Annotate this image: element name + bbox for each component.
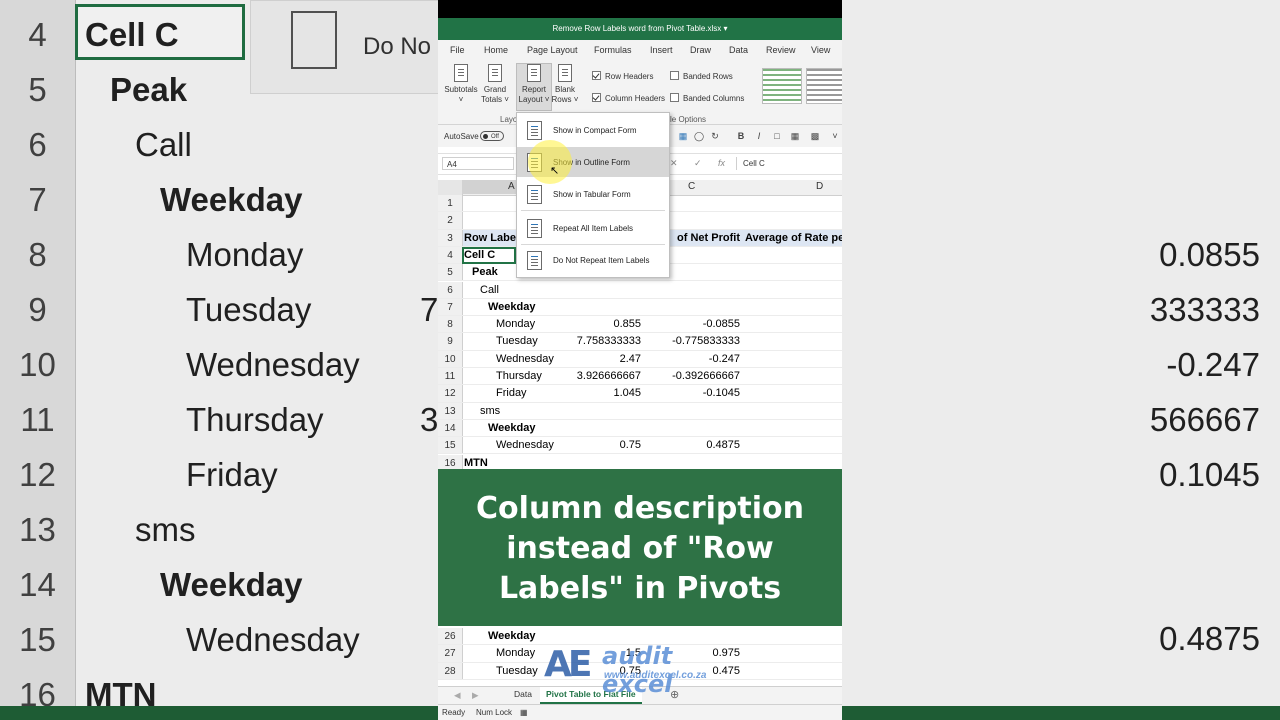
window-title: Remove Row Labels word from Pivot Table.… [552,24,722,33]
column-header-d[interactable]: D [816,181,823,192]
tab-page-layout[interactable]: Page Layout [527,45,578,55]
audit-excel-logo: AE audit excel www.auditexcel.co.za [544,642,707,698]
name-box[interactable]: A4 [442,157,514,170]
report-layout-icon [527,64,541,82]
enter-icon[interactable]: ✓ [694,158,702,169]
group-label-layout: Layo [500,115,518,124]
repeat-labels-icon [527,219,542,238]
compact-form-icon [527,121,542,140]
pivot-style-swatch[interactable] [762,68,802,104]
column-header-c[interactable]: C [688,181,695,192]
checkbox-checked-icon [592,71,601,80]
caption-line: Column description [476,491,804,526]
function-icon[interactable]: fx [718,158,725,168]
caption-banner: Column description instead of "Row Label… [438,469,842,626]
pivot-styles-gallery[interactable] [760,66,842,104]
logo-mark-icon: AE [544,644,592,685]
table-row: 7 Weekday [438,298,842,317]
table-row: 15 Wednesday 0.75 0.4875 [438,437,842,455]
subtotals-button[interactable]: Subtotals ˅ [444,64,478,105]
status-numlock: Num Lock [476,708,513,717]
table-row: 11 Thursday 3.926666667 -0.392666667 [438,368,842,386]
chevron-down-icon[interactable]: ▾ [724,24,728,33]
ribbon-tabs: File Home Page Layout Formulas Insert Dr… [438,40,842,60]
title-bar: Remove Row Labels word from Pivot Table.… [438,18,842,40]
table-row: 14 Weekday [438,419,842,438]
tab-draw[interactable]: Draw [690,45,711,55]
banded-columns-checkbox[interactable]: Banded Columns [670,93,744,103]
checkbox-checked-icon [592,93,601,102]
cursor-highlight [528,140,572,184]
cancel-icon[interactable]: ✕ [670,158,678,169]
folder-icon[interactable]: □ [772,131,782,141]
refresh-icon[interactable]: ↻ [710,131,720,141]
excel-window: Remove Row Labels word from Pivot Table.… [438,0,842,720]
pivot-icon[interactable]: ▩ [810,131,820,141]
status-ready: Ready [442,708,466,717]
accessibility-icon[interactable]: ▦ [520,708,528,717]
tab-file[interactable]: File [450,45,465,55]
table-row: 8 Monday 0.855 -0.0855 [438,316,842,334]
pivot-style-swatch[interactable] [806,68,842,104]
blank-rows-button[interactable]: Blank Rows ˅ [548,64,582,105]
table-icon[interactable]: ▦ [790,131,800,141]
formula-input[interactable]: Cell C [736,157,842,170]
checkbox-icon [670,93,679,102]
do-not-repeat-labels-icon [527,251,542,270]
caption-line: instead of "Row [506,531,774,566]
subtotals-icon [454,64,468,82]
report-layout-button[interactable]: Report Layout ˅ [516,63,552,111]
sheet-tab-data[interactable]: Data [508,687,538,704]
tab-view[interactable]: View [811,45,830,55]
chevron-down-icon: ˅ [458,95,464,104]
column-header-a[interactable]: A [508,181,515,192]
select-all[interactable] [438,180,463,195]
report-layout-menu: Show in Compact Form Show in Outline For… [516,112,670,278]
selected-cell [462,247,516,264]
menu-item-tabular-form[interactable]: Show in Tabular Form [517,179,669,209]
autosave-label: AutoSave [444,132,479,141]
grand-totals-icon [488,64,502,82]
table-row: 10 Wednesday 2.47 -0.247 [438,350,842,368]
blank-rows-icon [558,64,572,82]
table-row: 16 MTN [438,454,842,469]
group-label-style-options: yle Options [666,115,707,124]
table-row: 13 sms [438,402,842,420]
tab-insert[interactable]: Insert [650,45,673,55]
status-bar: Ready Num Lock ▦ [438,704,842,720]
checkbox-icon [670,71,679,80]
tabular-form-icon [527,185,542,204]
background-left-zoom: 4 Cell C 5 Peak 6 Call 7 Weekday 8 Monday 9 Tu… [0,0,438,720]
banded-rows-checkbox[interactable]: Banded Rows [670,71,733,81]
grand-totals-button[interactable]: Grand Totals ˅ [478,64,512,105]
tab-data[interactable]: Data [729,45,748,55]
menu-item-repeat-labels[interactable]: Repeat All Item Labels [517,213,669,243]
chevron-down-icon[interactable]: ˅ [830,131,840,141]
autosave-toggle[interactable]: Off [480,131,504,141]
menu-item-compact-form[interactable]: Show in Compact Form [517,115,669,145]
table-row: 6 Call [438,281,842,299]
tab-home[interactable]: Home [484,45,508,55]
italic-icon[interactable]: I [754,131,764,141]
top-bar [438,0,842,18]
format-icon[interactable]: ▦ [678,131,688,141]
bold-icon[interactable]: B [736,131,746,141]
column-headers-checkbox[interactable]: Column Headers [592,93,665,103]
table-row: 9 Tuesday 7.758333333 -0.775833333 [438,333,842,351]
menu-item-do-not-repeat-labels[interactable]: Do Not Repeat Item Labels [517,245,669,275]
next-sheet-icon[interactable]: ▶ [472,690,479,701]
prev-sheet-icon[interactable]: ◀ [454,690,461,701]
tab-formulas[interactable]: Formulas [594,45,632,55]
tab-review[interactable]: Review [766,45,796,55]
row-headers-checkbox[interactable]: Row Headers [592,71,653,81]
mouse-cursor-icon: ↖ [550,165,560,177]
background-right-zoom: 0.0855 333333 -0.247 566667 0.1045 0.487… [842,0,1280,720]
table-row: 12 Friday 1.045 -0.1045 [438,385,842,403]
link-icon[interactable]: ◯ [694,131,704,141]
caption-line: Labels" in Pivots [498,571,782,606]
